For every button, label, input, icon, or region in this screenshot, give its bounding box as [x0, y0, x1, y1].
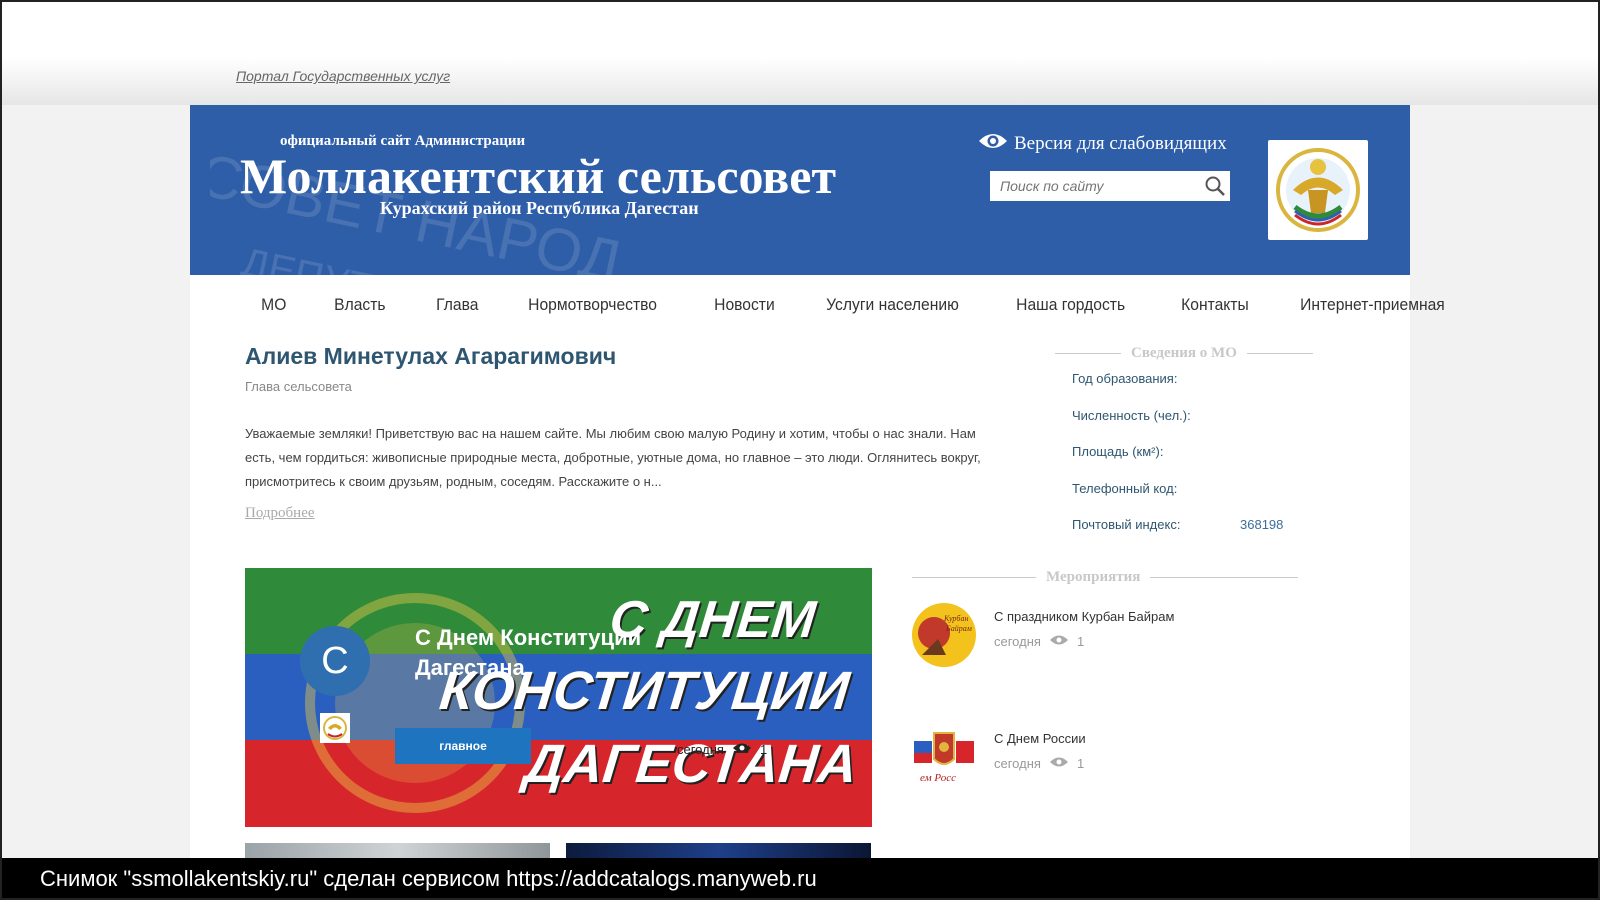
event-views: 1: [1076, 756, 1085, 771]
screenshot-caption: Снимок "ssmollakentskiy.ru" сделан серви…: [0, 858, 1600, 900]
gosuslugi-portal-link[interactable]: Портал Государственных услуг: [236, 68, 450, 84]
divider: [912, 577, 1036, 578]
low-vision-label: Версия для слабовидящих: [1014, 133, 1227, 154]
site-region: Курахский район Республика Дагестан: [380, 198, 699, 218]
svg-text:Курбан: Курбан: [943, 614, 968, 623]
featured-views: 1: [759, 742, 768, 757]
featured-avatar: С: [300, 626, 370, 696]
divider: [1246, 353, 1313, 354]
read-more-link[interactable]: Подробнее: [245, 505, 315, 522]
nav-item-glava[interactable]: Глава: [415, 295, 500, 315]
head-role: Глава сельсовета: [245, 379, 352, 394]
dagestan-coat-of-arms-icon: [1268, 140, 1368, 240]
info-row: Площадь (км²):: [1072, 444, 1283, 481]
featured-date: сегодня: [677, 742, 724, 757]
event-item[interactable]: ем Росс С Днем России сегодня 1: [912, 725, 1086, 789]
search-icon[interactable]: [1200, 172, 1230, 200]
views-eye-icon: [1049, 756, 1069, 771]
svg-text:ДЕПУТАТОВ ТРУДЯЩИХСЯ: ДЕПУТАТОВ ТРУДЯЩИХСЯ: [238, 240, 761, 275]
site-title[interactable]: Моллакентский сельсовет: [240, 147, 836, 205]
info-list: Год образования: Численность (чел.): Пло…: [1072, 371, 1283, 554]
eye-icon: [978, 131, 1008, 157]
info-row: Численность (чел.):: [1072, 408, 1283, 445]
event-body: С праздником Курбан Байрам сегодня 1: [994, 603, 1174, 667]
views-eye-icon: [1049, 634, 1069, 649]
divider: [1055, 353, 1121, 354]
info-row: Телефонный код:: [1072, 481, 1283, 518]
views-eye-icon: [732, 742, 752, 757]
featured-category-badge[interactable]: главное: [395, 728, 531, 764]
search-input[interactable]: [990, 172, 1200, 200]
event-item[interactable]: Курбан Байрам С праздником Курбан Байрам…: [912, 603, 1174, 667]
head-name[interactable]: Алиев Минетулах Агарагимович: [245, 343, 616, 370]
info-row: Год образования:: [1072, 371, 1283, 408]
event-title[interactable]: С Днем России: [994, 731, 1086, 746]
top-strip: [0, 0, 1600, 105]
event-thumbnail: ем Росс: [912, 725, 976, 789]
nav-item-internet-priemnaya[interactable]: Интернет-приемная: [1279, 295, 1466, 315]
divider: [1150, 577, 1299, 578]
info-row: Почтовый индекс: 368198: [1072, 517, 1283, 554]
event-thumbnail: Курбан Байрам: [912, 603, 976, 667]
event-date: сегодня: [994, 634, 1041, 649]
nav-item-vlast[interactable]: Власть: [313, 295, 407, 315]
low-vision-link[interactable]: Версия для слабовидящих: [978, 131, 1227, 157]
nav-item-normotvorchestvo[interactable]: Нормотворчество: [507, 295, 678, 315]
event-body: С Днем России сегодня 1: [994, 725, 1086, 789]
events-heading-label: Мероприятия: [1046, 569, 1141, 585]
featured-news-card[interactable]: С ДНЕМ КОНСТИТУЦИИ ДАГЕСТАНА С С Днем Ко…: [245, 568, 872, 827]
events-section-heading: Мероприятия: [912, 569, 1299, 586]
featured-title[interactable]: С Днем Конституции Дагестана: [415, 623, 685, 683]
event-date: сегодня: [994, 756, 1041, 771]
svg-text:Байрам: Байрам: [945, 624, 972, 633]
event-title[interactable]: С праздником Курбан Байрам: [994, 609, 1174, 624]
page-container: СОВЕТ НАРОД ДЕПУТАТОВ ТРУДЯЩИХСЯ официал…: [190, 105, 1445, 868]
head-greeting-text: Уважаемые земляки! Приветствую вас на на…: [245, 426, 981, 489]
event-meta: сегодня 1: [994, 634, 1174, 649]
featured-meta: сегодня 1: [677, 742, 767, 757]
info-label: Численность (чел.):: [1072, 407, 1191, 423]
info-label: Почтовый индекс:: [1072, 517, 1181, 532]
svg-text:ем Росс: ем Росс: [920, 772, 956, 784]
info-label: Площадь (км²):: [1072, 444, 1164, 459]
info-value: 368198: [1240, 517, 1284, 532]
info-section-heading: Сведения о МО: [1055, 345, 1313, 362]
info-label: Телефонный код:: [1072, 480, 1178, 496]
main-nav: МО Власть Глава Нормотворчество Новости …: [240, 295, 1482, 315]
search-box: [990, 171, 1230, 201]
info-label: Год образования:: [1072, 371, 1178, 386]
site-header: СОВЕТ НАРОД ДЕПУТАТОВ ТРУДЯЩИХСЯ официал…: [190, 105, 1410, 275]
nav-item-novosti[interactable]: Новости: [693, 295, 796, 315]
event-meta: сегодня 1: [994, 756, 1086, 771]
event-views: 1: [1076, 634, 1085, 649]
nav-item-uslugi[interactable]: Услуги населению: [805, 295, 980, 315]
nav-item-mo[interactable]: МО: [240, 295, 308, 315]
nav-item-gordost[interactable]: Наша гордость: [995, 295, 1146, 315]
info-heading-label: Сведения о МО: [1131, 345, 1237, 361]
nav-item-kontakty[interactable]: Контакты: [1160, 295, 1270, 315]
small-coat-of-arms-icon: [320, 713, 350, 743]
